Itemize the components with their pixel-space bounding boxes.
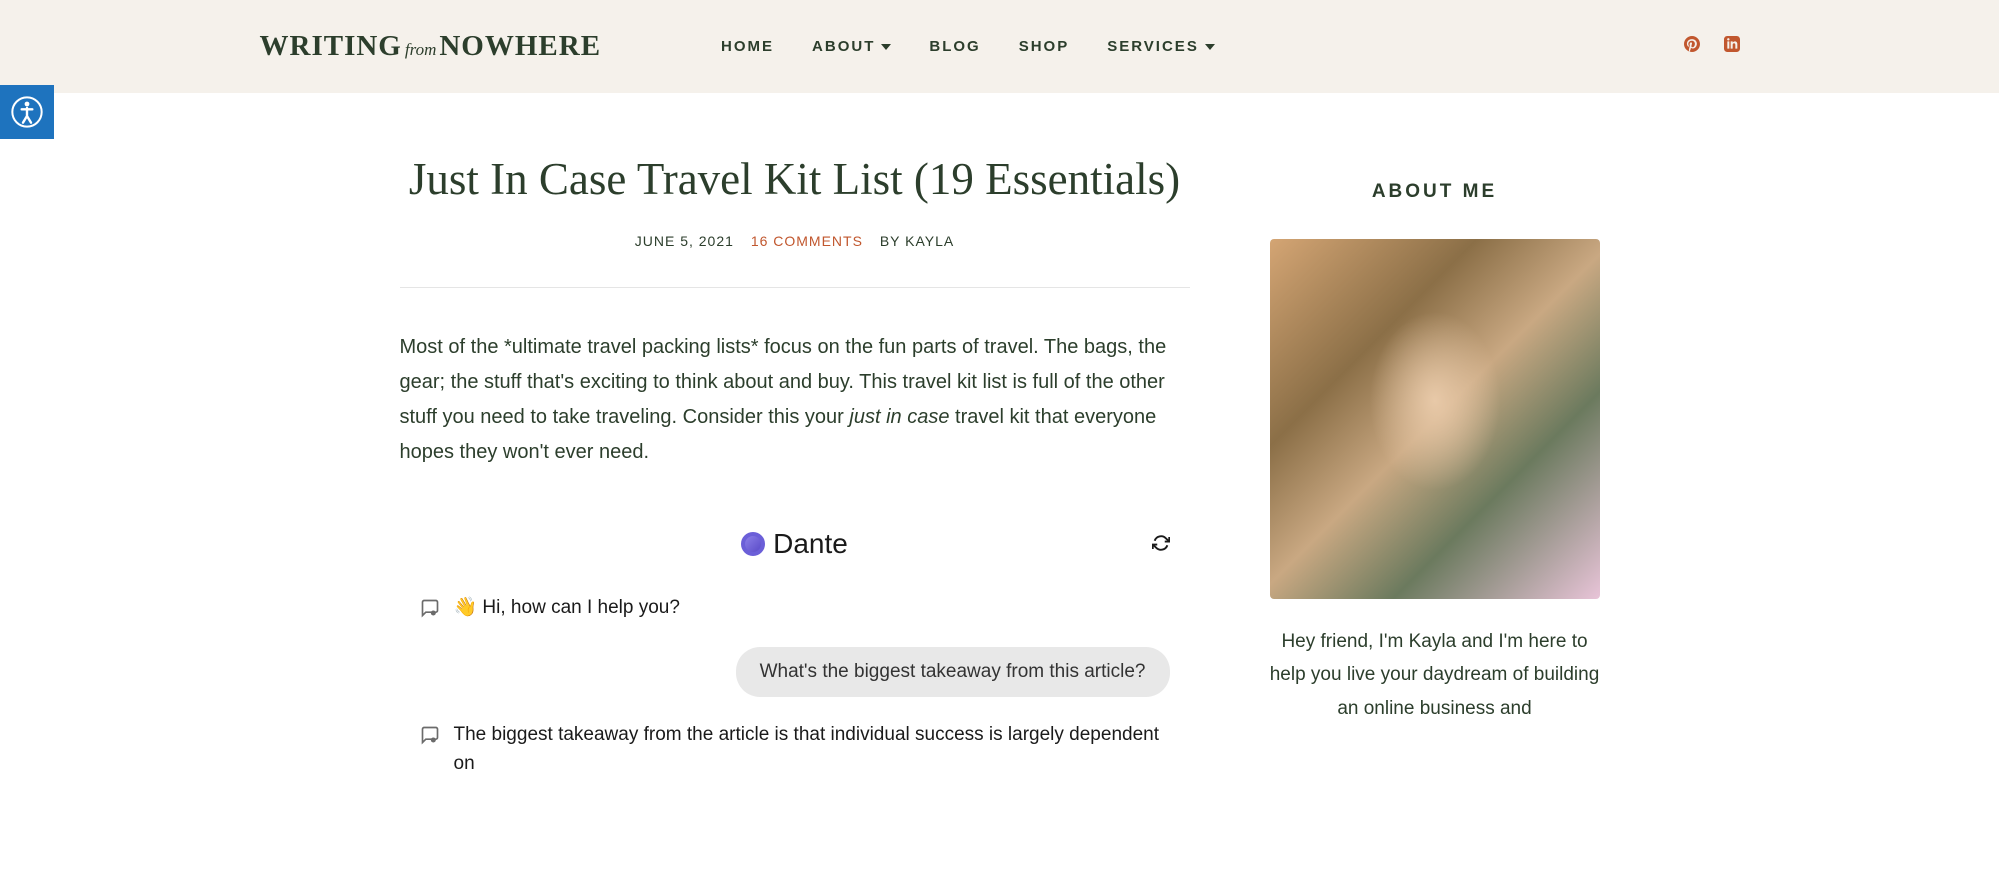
chat-message-bot: The biggest takeaway from the article is… (400, 715, 1190, 784)
chat-widget: Dante 👋 Hi, how can I help you? What's t… (400, 520, 1190, 784)
sidebar-about-text: Hey friend, I'm Kayla and I'm here to he… (1270, 625, 1600, 725)
article: Just In Case Travel Kit List (19 Essenti… (400, 153, 1190, 796)
chat-message-bot: 👋 Hi, how can I help you? (400, 588, 1190, 629)
article-title: Just In Case Travel Kit List (19 Essenti… (400, 153, 1190, 205)
dante-logo-icon (741, 532, 765, 556)
divider (400, 287, 1190, 288)
article-body: Most of the *ultimate travel packing lis… (400, 330, 1190, 470)
chevron-down-icon (1205, 44, 1215, 50)
social-links (1684, 36, 1740, 57)
chat-refresh-button[interactable] (1152, 534, 1170, 557)
main-content: Just In Case Travel Kit List (19 Essenti… (200, 93, 1800, 796)
user-bubble: What's the biggest takeaway from this ar… (736, 647, 1170, 697)
sidebar-heading: ABOUT ME (1270, 181, 1600, 203)
refresh-icon (1152, 534, 1170, 552)
accessibility-icon (11, 96, 43, 128)
linkedin-link[interactable] (1724, 36, 1740, 57)
pinterest-icon (1684, 36, 1700, 52)
profile-photo (1270, 239, 1600, 599)
pinterest-link[interactable] (1684, 36, 1700, 57)
nav-services[interactable]: SERVICES (1107, 38, 1215, 55)
chat-header: Dante (400, 520, 1190, 588)
logo-text-mid: from (405, 40, 437, 59)
linkedin-icon (1724, 36, 1740, 52)
article-comments-link[interactable]: 16 COMMENTS (751, 233, 863, 249)
site-header: WRITINGfromNOWHERE HOME ABOUT BLOG SHOP … (0, 0, 1999, 93)
nav-about[interactable]: ABOUT (812, 38, 891, 55)
site-logo[interactable]: WRITINGfromNOWHERE (260, 30, 602, 63)
nav-shop[interactable]: SHOP (1019, 38, 1070, 55)
bot-icon (420, 725, 440, 750)
article-date: JUNE 5, 2021 (635, 233, 734, 249)
chat-message-user: What's the biggest takeaway from this ar… (400, 641, 1190, 703)
nav-home[interactable]: HOME (721, 38, 774, 55)
sidebar: ABOUT ME Hey friend, I'm Kayla and I'm h… (1270, 153, 1600, 796)
byline-prefix: BY (880, 233, 905, 249)
article-author: KAYLA (905, 233, 954, 249)
main-nav: HOME ABOUT BLOG SHOP SERVICES (721, 38, 1215, 55)
chat-brand: Dante (741, 528, 848, 560)
accessibility-button[interactable] (0, 85, 54, 139)
article-meta: JUNE 5, 2021 16 COMMENTS BY KAYLA (400, 233, 1190, 249)
logo-text-pre: WRITING (260, 30, 402, 62)
nav-blog[interactable]: BLOG (929, 38, 980, 55)
chevron-down-icon (881, 44, 891, 50)
logo-text-post: NOWHERE (439, 30, 601, 62)
bot-icon (420, 598, 440, 623)
